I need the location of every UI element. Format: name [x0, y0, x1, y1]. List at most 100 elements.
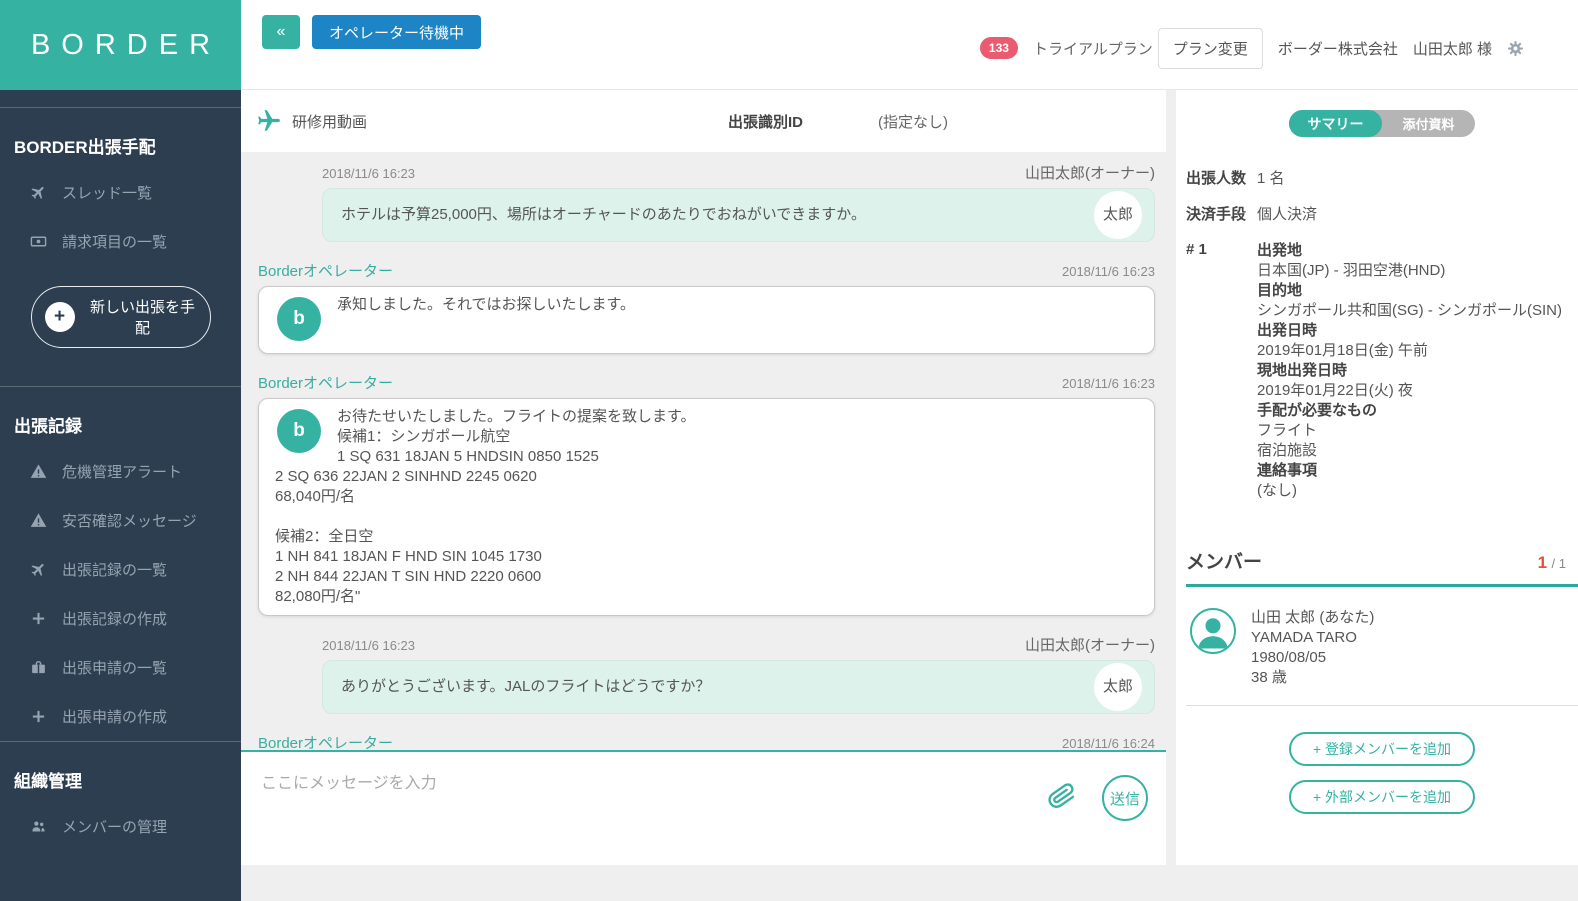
chat-message-operator: Borderオペレーター 2018/11/6 16:23 b 承知しました。それ… — [258, 260, 1155, 354]
avatar: 太郎 — [1094, 663, 1142, 711]
trip-detail-block: # 1 出発地 日本国(JP) - 羽田空港(HND) 目的地 シンガポール共和… — [1186, 241, 1578, 501]
plane-icon — [26, 557, 50, 581]
summary-row: 出張人数 1 名 — [1186, 167, 1578, 188]
sidebar-item-member-management[interactable]: メンバーの管理 — [0, 802, 241, 851]
chat-message-user: 2018/11/6 16:23 山田太郎(オーナー) ありがとうございます。JA… — [322, 634, 1155, 714]
tab-attachments[interactable]: 添付資料 — [1382, 110, 1475, 137]
content-row: 研修用動画 出張識別ID (指定なし) 2018/11/6 16:23 山田太郎… — [241, 90, 1578, 865]
sidebar-section-title-records: 出張記録 — [0, 387, 241, 447]
member-age: 38 歳 — [1251, 668, 1374, 688]
field-value: 2019年01月18日(金) 午前 — [1257, 341, 1562, 361]
people-icon — [30, 818, 47, 835]
message-text-line: 68,040円/名 — [275, 487, 1138, 507]
new-trip-button[interactable]: + 新しい出張を手配 — [31, 286, 211, 348]
field-value: (なし) — [1257, 481, 1562, 501]
sidebar-item-billing[interactable]: 請求項目の一覧 — [0, 217, 241, 266]
sidebar-collapse-button[interactable]: « — [262, 15, 300, 49]
sidebar-item-label: メンバーの管理 — [62, 816, 167, 837]
topbar-right-cluster: 133 トライアルプラン プラン変更 ボーダー株式会社 山田太郎 様 — [980, 28, 1524, 68]
message-timestamp: 2018/11/6 16:23 — [322, 166, 415, 181]
plus-icon — [30, 708, 47, 725]
field-label: 出発地 — [1257, 241, 1562, 261]
sidebar-item-label: 出張記録の一覧 — [62, 559, 167, 580]
sidebar-item-threads[interactable]: スレッド一覧 — [0, 168, 241, 217]
chat-message-list[interactable]: 2018/11/6 16:23 山田太郎(オーナー) ホテルは予算25,000円… — [241, 152, 1166, 750]
user-name-label: 山田太郎 様 — [1413, 38, 1492, 59]
thread-title: 研修用動画 — [292, 111, 367, 132]
plan-change-button[interactable]: プラン変更 — [1158, 28, 1263, 69]
message-timestamp: 2018/11/6 16:24 — [1062, 736, 1155, 750]
members-count: 1 / 1 — [1538, 553, 1578, 573]
summary-value: 個人決済 — [1257, 203, 1317, 224]
sidebar-item-label: 安否確認メッセージ — [62, 510, 197, 531]
send-button[interactable]: 送信 — [1102, 775, 1148, 821]
chat-message-user: 2018/11/6 16:23 山田太郎(オーナー) ホテルは予算25,000円… — [322, 162, 1155, 242]
person-icon — [1190, 608, 1236, 654]
message-sender-name: Borderオペレーター — [258, 260, 393, 281]
briefcase-icon — [30, 659, 47, 676]
trip-id-label: 出張識別ID — [728, 111, 803, 132]
message-text-line: お待たせいたしました。フライトの提案を致します。 — [275, 407, 1138, 427]
company-name-label: ボーダー株式会社 — [1278, 38, 1398, 59]
member-row: 山田 太郎 (あなた) YAMADA TARO 1980/08/05 38 歳 — [1186, 587, 1578, 706]
warning-icon — [30, 463, 47, 480]
sidebar-item-label: 危機管理アラート — [62, 461, 182, 482]
topbar: « オペレーター待機中 133 トライアルプラン プラン変更 ボーダー株式会社 … — [241, 0, 1578, 90]
message-bubble: b 承知しました。それではお探しいたします。 — [258, 286, 1155, 354]
warning-icon — [30, 512, 47, 529]
members-header: メンバー 1 / 1 — [1186, 547, 1578, 587]
members-count-current: 1 — [1538, 553, 1547, 572]
member-birthday: 1980/08/05 — [1251, 648, 1374, 668]
message-text-line: 2 SQ 636 22JAN 2 SINHND 2245 0620 — [275, 467, 1138, 487]
sidebar-item-safety-message[interactable]: 安否確認メッセージ — [0, 496, 241, 545]
field-value: 2019年01月22日(火) 夜 — [1257, 381, 1562, 401]
message-text-line: 1 SQ 631 18JAN 5 HNDSIN 0850 1525 — [275, 447, 1138, 467]
message-timestamp: 2018/11/6 16:23 — [1062, 264, 1155, 279]
member-info: 山田 太郎 (あなた) YAMADA TARO 1980/08/05 38 歳 — [1251, 608, 1374, 688]
message-text-line: 1 NH 841 18JAN F HND SIN 1045 1730 — [275, 547, 1138, 567]
chat-message-operator: Borderオペレーター 2018/11/6 16:23 b お待たせいたしまし… — [258, 372, 1155, 616]
add-registered-member-button[interactable]: + 登録メンバーを追加 — [1289, 732, 1475, 766]
field-label: 現地出発日時 — [1257, 361, 1562, 381]
tab-summary[interactable]: サマリー — [1289, 110, 1382, 137]
field-label: 手配が必要なもの — [1257, 401, 1562, 421]
message-meta: 2018/11/6 16:23 山田太郎(オーナー) — [322, 162, 1155, 183]
members-count-total: / 1 — [1552, 556, 1566, 571]
summary-panel: サマリー 添付資料 出張人数 1 名 決済手段 個人決済 # 1 出発地 日本国… — [1176, 90, 1578, 865]
message-sender-name: Borderオペレーター — [258, 372, 393, 393]
sidebar-item-trip-records-list[interactable]: 出張記録の一覧 — [0, 545, 241, 594]
message-bubble: b お待たせいたしました。フライトの提案を致します。 候補1：シンガポール航空 … — [258, 398, 1155, 616]
trip-fields: 出発地 日本国(JP) - 羽田空港(HND) 目的地 シンガポール共和国(SG… — [1257, 241, 1562, 501]
sidebar-item-crisis-alert[interactable]: 危機管理アラート — [0, 447, 241, 496]
avatar: b — [277, 409, 321, 453]
message-sender-name: 山田太郎(オーナー) — [1025, 634, 1155, 655]
sidebar-item-label: 請求項目の一覧 — [62, 231, 167, 252]
plus-icon — [30, 610, 47, 627]
sidebar-section-title-booking: BORDER出張手配 — [0, 108, 241, 168]
sidebar-item-trip-record-create[interactable]: 出張記録の作成 — [0, 594, 241, 643]
message-input-area[interactable]: ここにメッセージを入力 送信 — [241, 750, 1166, 865]
field-value: 日本国(JP) - 羽田空港(HND) — [1257, 261, 1562, 281]
add-external-member-button[interactable]: + 外部メンバーを追加 — [1289, 780, 1475, 814]
trip-index: # 1 — [1186, 241, 1257, 501]
chat-panel-divider — [1166, 90, 1176, 865]
operator-status-button[interactable]: オペレーター待機中 — [312, 15, 481, 49]
message-sender-name: 山田太郎(オーナー) — [1025, 162, 1155, 183]
footer-strip — [241, 865, 1578, 901]
sidebar-item-trip-request-create[interactable]: 出張申請の作成 — [0, 692, 241, 741]
summary-label: 決済手段 — [1186, 203, 1257, 224]
panel-tabs: サマリー 添付資料 — [1289, 110, 1475, 137]
paperclip-icon — [1046, 780, 1078, 812]
gear-icon[interactable] — [1507, 40, 1524, 57]
chat-header: 研修用動画 出張識別ID (指定なし) — [241, 90, 1166, 152]
message-text: ありがとうございます。JALのフライトはどうですか？ — [341, 678, 710, 695]
sidebar-item-trip-request-list[interactable]: 出張申請の一覧 — [0, 643, 241, 692]
sidebar-item-label: 出張申請の作成 — [62, 706, 167, 727]
attach-file-button[interactable] — [1048, 782, 1076, 813]
members-title: メンバー — [1186, 547, 1262, 574]
field-value: シンガポール共和国(SG) - シンガポール(SIN) — [1257, 301, 1562, 321]
summary-row: 決済手段 個人決済 — [1186, 203, 1578, 224]
trip-id-value: (指定なし) — [878, 111, 948, 132]
members-section: メンバー 1 / 1 山田 太郎 (あなた) YAMADA TARO 1980/… — [1186, 547, 1578, 814]
sidebar-item-label: スレッド一覧 — [62, 182, 152, 203]
